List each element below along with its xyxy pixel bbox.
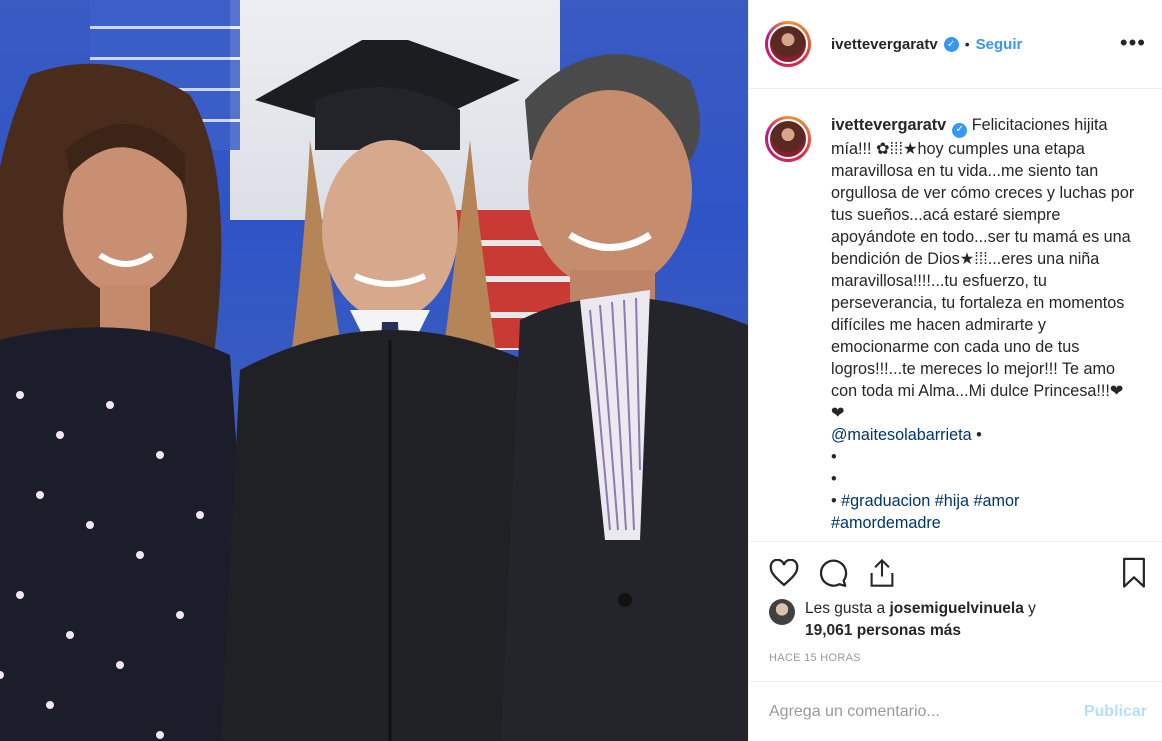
comment-icon[interactable] — [816, 556, 850, 590]
author-avatar[interactable] — [765, 21, 811, 67]
caption-bullet: • — [831, 491, 837, 510]
verified-badge-icon: ✓ — [952, 122, 968, 138]
hashtag-link[interactable]: #graduacion — [841, 492, 930, 510]
caption-emoji-glyphs: ⁞⁞⁞ — [974, 249, 988, 268]
caption-line-3: ...eres una niña maravillosa!!!!...tu es… — [831, 249, 1125, 400]
caption: ivettevergaratv ✓ Felicitaciones hijita m… — [765, 114, 1147, 534]
likes-summary: Les gusta a josemiguelvinuela y 19,061 p… — [769, 598, 1036, 642]
post-side-panel: ivettevergaratv ✓ • Seguir ••• ivettever… — [748, 0, 1162, 741]
caption-line-2: hoy cumples una etapa maravillosa en tu … — [831, 139, 1135, 268]
likes-count[interactable]: 19,061 personas más — [805, 622, 961, 639]
heart-icon[interactable] — [767, 556, 801, 590]
author-username[interactable]: ivettevergaratv — [831, 36, 938, 53]
comment-box: Publicar — [749, 681, 1162, 741]
post-timestamp[interactable]: HACE 15 HORAS — [769, 652, 861, 664]
caption-bullet: • — [831, 447, 837, 466]
post-photo[interactable] — [0, 0, 748, 741]
star-emoji-icon: ★ — [959, 249, 975, 268]
verified-badge-icon: ✓ — [943, 36, 959, 52]
header-separator: • — [964, 36, 970, 52]
caption-text: ivettevergaratv ✓ Felicitaciones hijita m… — [831, 114, 1137, 534]
likes-prefix: Les gusta a — [805, 600, 886, 617]
likes-connector: y — [1028, 600, 1036, 617]
liker-avatar[interactable] — [769, 599, 795, 625]
comment-input[interactable] — [769, 702, 1084, 721]
bookmark-icon[interactable] — [1117, 556, 1151, 590]
publish-button[interactable]: Publicar — [1084, 703, 1147, 721]
caption-username[interactable]: ivettevergaratv — [831, 116, 946, 134]
mention-link[interactable]: @maitesolabarrieta — [831, 426, 972, 444]
comments-area[interactable]: ivettevergaratv ✓ Felicitaciones hijita m… — [749, 90, 1162, 542]
caption-author-avatar[interactable] — [765, 116, 811, 162]
share-icon[interactable] — [865, 556, 899, 590]
hashtag-link[interactable]: #amor — [973, 492, 1019, 510]
hashtag-link[interactable]: #hija — [935, 492, 969, 510]
more-options-icon[interactable]: ••• — [1120, 30, 1146, 56]
action-bar — [749, 541, 1162, 601]
liker-username[interactable]: josemiguelvinuela — [889, 600, 1023, 617]
hashtag-link[interactable]: #amordemadre — [831, 514, 941, 532]
post-header: ivettevergaratv ✓ • Seguir ••• — [749, 0, 1162, 89]
caption-bullet: • — [831, 469, 837, 488]
caption-bullet: • — [976, 425, 982, 444]
photo-person-father — [500, 54, 748, 741]
follow-button[interactable]: Seguir — [976, 36, 1023, 53]
star-emoji-icon: ★ — [903, 139, 918, 158]
